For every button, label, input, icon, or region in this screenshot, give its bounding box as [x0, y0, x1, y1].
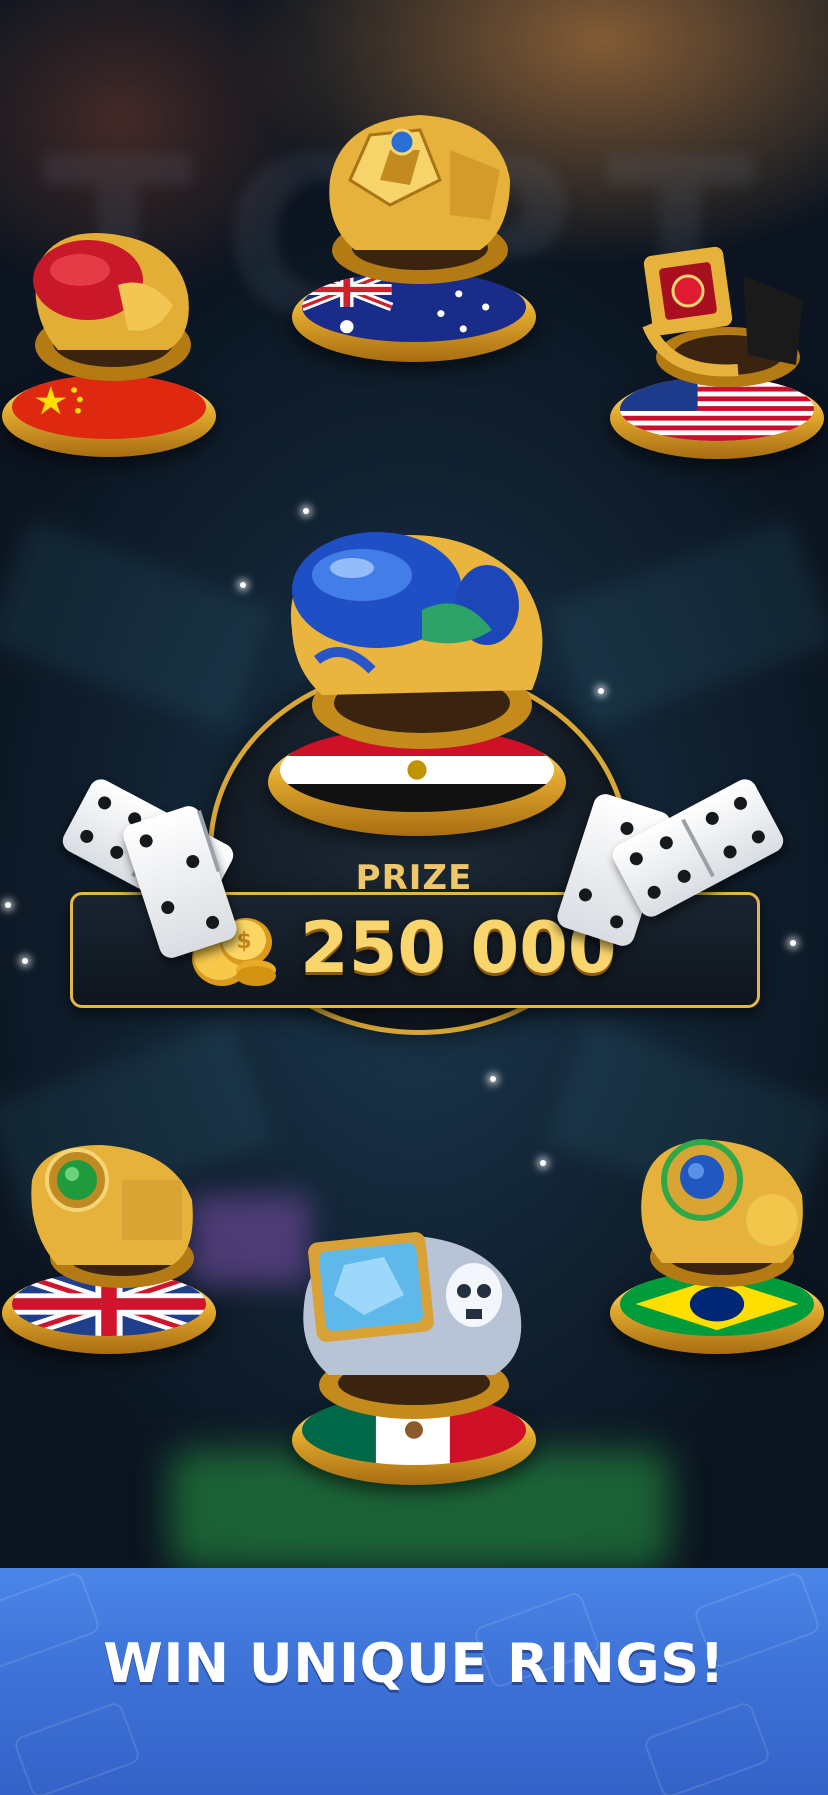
svg-text:$: $: [236, 929, 251, 954]
banner-title: WIN UNIQUE RINGS!: [103, 1632, 725, 1695]
ring-item-australia: [288, 110, 540, 370]
sparkle: [240, 582, 246, 588]
sparkle: [598, 688, 604, 694]
ring-dragon-icon: [18, 225, 198, 395]
ring-skull-aquamarine-icon: [294, 1225, 534, 1425]
sparkle: [490, 1076, 496, 1082]
sparkle: [303, 508, 309, 514]
ring-item-egypt: [262, 520, 572, 840]
sparkle: [540, 1160, 546, 1166]
sparkle: [5, 902, 11, 908]
ring-emerald-icon: [22, 1140, 202, 1300]
ring-item-mexico: [288, 1225, 540, 1495]
ring-item-brazil: [608, 1135, 828, 1370]
ring-brazil-sapphire-icon: [632, 1135, 812, 1295]
domino-pattern: [12, 1700, 142, 1795]
ring-pyramid-icon: [310, 110, 520, 295]
sparkle: [22, 958, 28, 964]
background-ray: [0, 519, 275, 731]
promo-screen: TCPT: [0, 0, 828, 1795]
bottom-banner: WIN UNIQUE RINGS!: [0, 1568, 828, 1795]
ring-item-usa: [608, 245, 828, 470]
ring-item-china: [0, 225, 220, 465]
ring-sapphire-icon: [282, 520, 552, 770]
domino-pattern: [642, 1700, 772, 1795]
sparkle: [790, 940, 796, 946]
ring-item-uk: [0, 1140, 220, 1370]
background-ray: [545, 519, 828, 731]
ring-ruby-square-icon: [628, 245, 808, 400]
